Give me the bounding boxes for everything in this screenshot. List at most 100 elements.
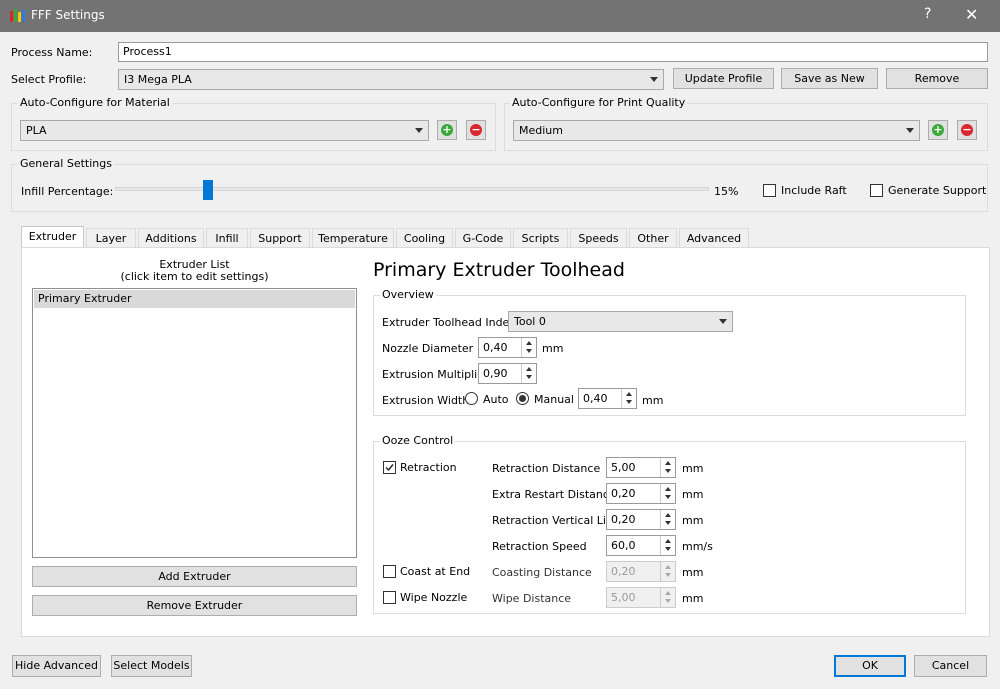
stepper-arrows-icon[interactable] [660,588,675,607]
toolhead-index-select[interactable]: Tool 0 [508,311,733,332]
plus-icon: + [932,123,944,136]
stepper-arrows-icon[interactable] [521,364,536,383]
title-bar: FFF Settings ? ✕ [0,0,1000,32]
stepper-arrows-icon[interactable] [660,562,675,581]
nozzle-diameter-value: 0,40 [483,341,508,354]
infill-percentage-label: Infill Percentage: [21,185,114,198]
wipe-distance-stepper[interactable]: 5,00 [606,587,676,608]
minus-icon: − [470,123,482,136]
remove-quality-button[interactable]: − [957,120,977,140]
tab-speeds[interactable]: Speeds [570,228,627,248]
wipe-nozzle-label: Wipe Nozzle [400,591,468,604]
wipe-distance-value: 5,00 [611,591,636,604]
include-raft-checkbox[interactable] [763,184,776,197]
coast-at-end-label: Coast at End [400,565,471,578]
chevron-down-icon [650,77,658,82]
coasting-distance-value: 0,20 [611,565,636,578]
tab-gcode[interactable]: G-Code [455,228,511,248]
tab-support[interactable]: Support [250,228,310,248]
infill-slider-thumb[interactable] [203,180,213,200]
extrusion-width-value: 0,40 [583,392,608,405]
app-icon [10,9,26,23]
wipe-nozzle-checkbox[interactable] [383,591,396,604]
retraction-vertical-lift-label: Retraction Vertical Lift [492,514,614,527]
chevron-down-icon [719,319,727,324]
generate-support-label: Generate Support [888,184,987,197]
infill-value: 15% [714,185,739,198]
coast-at-end-checkbox[interactable] [383,565,396,578]
stepper-arrows-icon[interactable] [621,389,636,408]
update-profile-button[interactable]: Update Profile [673,68,774,89]
tab-scripts[interactable]: Scripts [513,228,568,248]
remove-extruder-button[interactable]: Remove Extruder [32,595,357,616]
auto-radio[interactable] [465,392,478,405]
retraction-vertical-lift-unit: mm [682,514,704,527]
process-name-input[interactable]: Process1 [118,42,988,62]
extra-restart-distance-stepper[interactable]: 0,20 [606,483,676,504]
extra-restart-distance-value: 0,20 [611,487,636,500]
extrusion-width-stepper[interactable]: 0,40 [578,388,637,409]
coasting-distance-stepper[interactable]: 0,20 [606,561,676,582]
tab-extruder[interactable]: Extruder [21,226,84,248]
add-quality-button[interactable]: + [928,120,948,140]
tab-temperature[interactable]: Temperature [312,228,394,248]
generate-support-checkbox[interactable] [870,184,883,197]
ok-button[interactable]: OK [834,655,906,677]
add-material-button[interactable]: + [437,120,457,140]
extrusion-multiplier-stepper[interactable]: 0,90 [478,363,537,384]
tab-cooling[interactable]: Cooling [396,228,453,248]
retraction-speed-stepper[interactable]: 60,0 [606,535,676,556]
retraction-distance-unit: mm [682,462,704,475]
tab-layer[interactable]: Layer [86,228,136,248]
material-group-title: Auto-Configure for Material [18,96,172,109]
extruder-list: Primary Extruder [32,288,357,558]
manual-radio[interactable] [516,392,529,405]
nozzle-diameter-unit: mm [542,342,564,355]
profile-select-value: I3 Mega PLA [124,73,192,86]
tab-additions[interactable]: Additions [138,228,204,248]
toolhead-title: Primary Extruder Toolhead [373,259,625,281]
list-item[interactable]: Primary Extruder [34,290,355,308]
extra-restart-distance-unit: mm [682,488,704,501]
profile-select[interactable]: I3 Mega PLA [118,69,664,90]
include-raft-label: Include Raft [781,184,847,197]
quality-select[interactable]: Medium [513,120,920,141]
stepper-arrows-icon[interactable] [660,536,675,555]
quality-group-title: Auto-Configure for Print Quality [510,96,688,109]
retraction-vertical-lift-stepper[interactable]: 0,20 [606,509,676,530]
remove-profile-button[interactable]: Remove [886,68,988,89]
retraction-checkbox[interactable] [383,461,396,474]
process-name-label: Process Name: [11,46,93,59]
material-select[interactable]: PLA [20,120,429,141]
stepper-arrows-icon[interactable] [660,510,675,529]
nozzle-diameter-stepper[interactable]: 0,40 [478,337,537,358]
save-as-new-button[interactable]: Save as New [781,68,878,89]
wipe-distance-label: Wipe Distance [492,592,572,605]
retraction-speed-value: 60,0 [611,539,636,552]
retraction-vertical-lift-value: 0,20 [611,513,636,526]
stepper-arrows-icon[interactable] [521,338,536,357]
extrusion-multiplier-value: 0,90 [483,367,508,380]
close-button[interactable]: ✕ [965,5,978,24]
extruder-list-subtitle: (click item to edit settings) [120,270,269,283]
cancel-button[interactable]: Cancel [914,655,987,677]
toolhead-index-label: Extruder Toolhead Index [382,316,516,329]
quality-select-value: Medium [519,124,563,137]
add-extruder-button[interactable]: Add Extruder [32,566,357,587]
material-select-value: PLA [26,124,47,137]
hide-advanced-button[interactable]: Hide Advanced [12,655,101,677]
checkmark-icon [385,464,394,472]
tab-advanced[interactable]: Advanced [679,228,749,248]
tab-infill[interactable]: Infill [206,228,248,248]
retraction-speed-unit: mm/s [682,540,713,553]
select-models-button[interactable]: Select Models [111,655,192,677]
retraction-distance-stepper[interactable]: 5,00 [606,457,676,478]
remove-material-button[interactable]: − [466,120,486,140]
tab-other[interactable]: Other [629,228,677,248]
window-title: FFF Settings [31,8,105,22]
stepper-arrows-icon[interactable] [660,484,675,503]
help-button[interactable]: ? [924,6,931,22]
coasting-distance-unit: mm [682,566,704,579]
stepper-arrows-icon[interactable] [660,458,675,477]
auto-radio-label: Auto [483,393,509,406]
